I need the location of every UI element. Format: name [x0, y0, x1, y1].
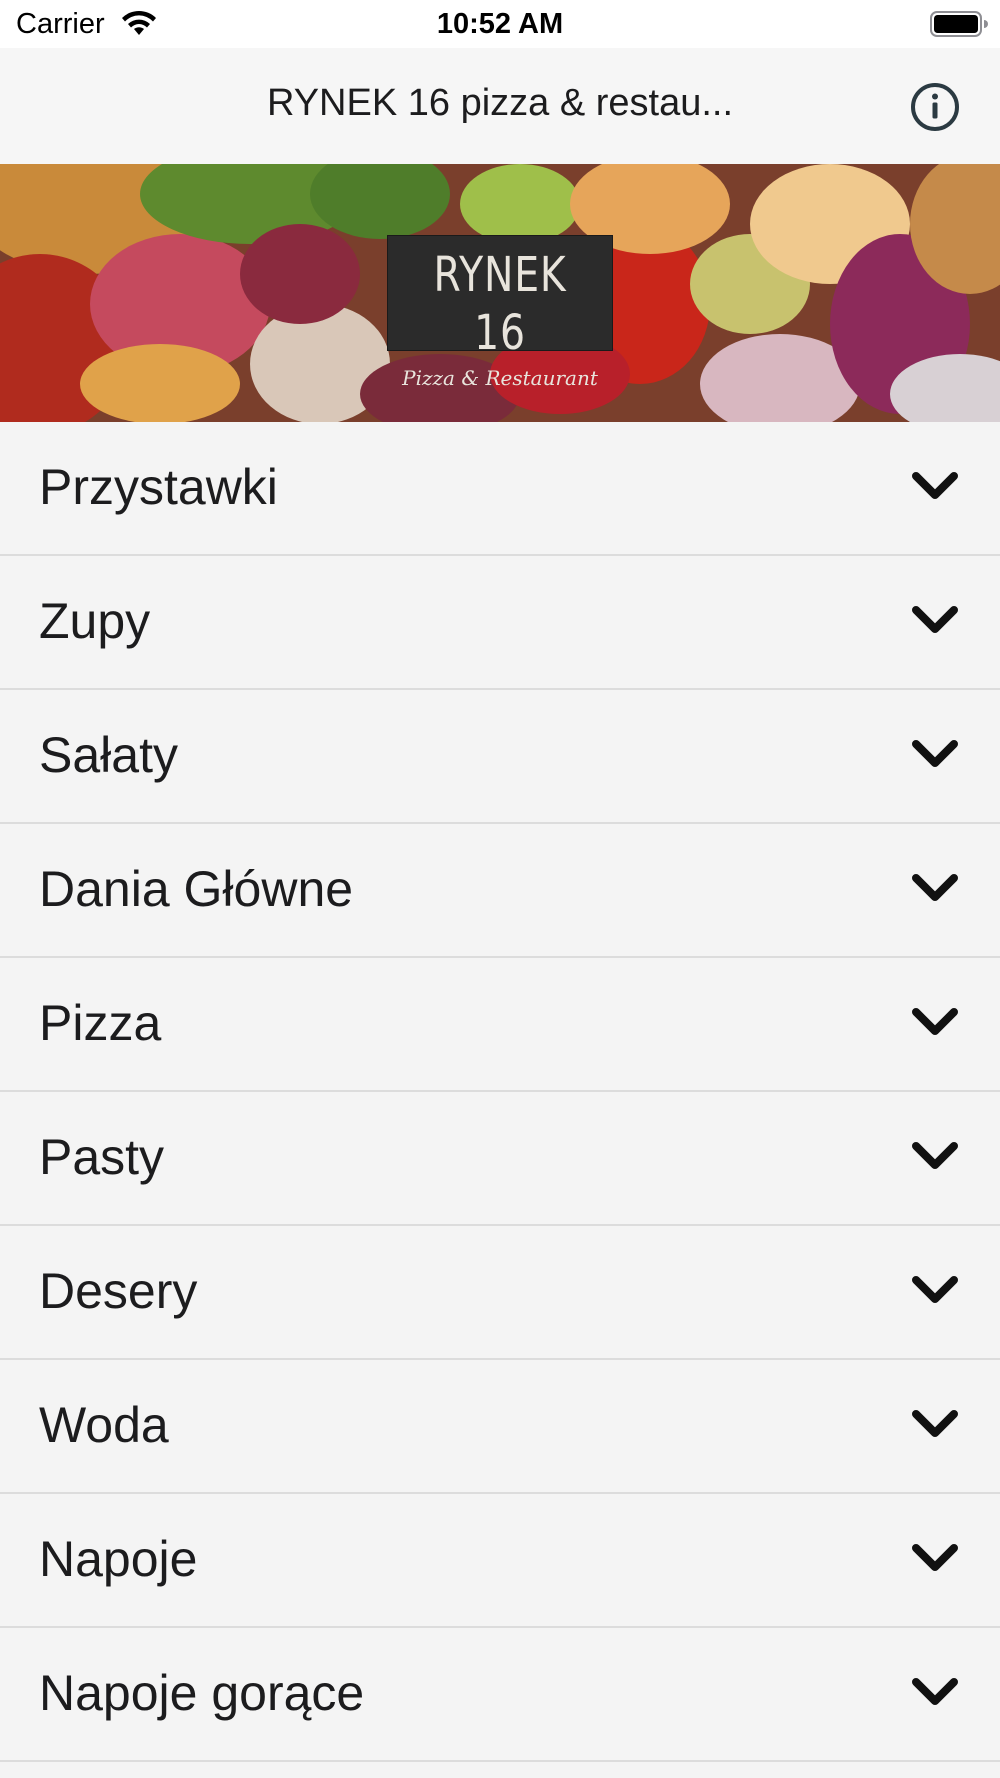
chevron-down-icon[interactable] — [910, 1406, 960, 1442]
chevron-down-icon[interactable] — [910, 1540, 960, 1576]
chevron-down-icon[interactable] — [910, 1004, 960, 1040]
chevron-down-icon[interactable] — [910, 1674, 960, 1710]
menu-category-row[interactable]: Napoje — [0, 1494, 1000, 1628]
chevron-down-icon[interactable] — [910, 1138, 960, 1174]
navigation-bar: RYNEK 16 pizza & restau... — [0, 48, 1000, 164]
menu-category-label: Pizza — [39, 995, 162, 1051]
menu-category-row[interactable]: Zupy — [0, 556, 1000, 690]
menu-category-label: Przystawki — [39, 459, 278, 515]
chevron-down-icon[interactable] — [910, 602, 960, 638]
logo-tagline: Pizza & Restaurant — [402, 366, 598, 390]
menu-category-row[interactable]: Desery — [0, 1226, 1000, 1360]
menu-category-list: Przystawki Zupy Sałaty Dania Główne Pizz… — [0, 422, 1000, 1762]
menu-category-label: Desery — [39, 1263, 198, 1319]
menu-category-row[interactable]: Pasty — [0, 1092, 1000, 1226]
chevron-down-icon[interactable] — [910, 870, 960, 906]
menu-category-label: Pasty — [39, 1129, 165, 1185]
chevron-down-icon[interactable] — [910, 736, 960, 772]
menu-category-row[interactable]: Sałaty — [0, 690, 1000, 824]
page-title: RYNEK 16 pizza & restau... — [266, 82, 734, 124]
menu-category-label: Sałaty — [39, 727, 178, 783]
menu-category-label: Woda — [39, 1397, 169, 1453]
app-screen: Carrier 10:52 AM RYNEK 16 pizza & restau… — [0, 0, 1000, 1778]
restaurant-banner: RYNEK 16 Pizza & Restaurant — [0, 164, 1000, 422]
menu-category-row[interactable]: Pizza — [0, 958, 1000, 1092]
menu-category-row[interactable]: Przystawki — [0, 422, 1000, 556]
chevron-down-icon[interactable] — [910, 468, 960, 504]
logo-name: RYNEK 16 — [433, 247, 567, 361]
menu-category-label: Napoje — [39, 1531, 198, 1587]
menu-category-row[interactable]: Dania Główne — [0, 824, 1000, 958]
info-icon[interactable] — [910, 82, 960, 132]
status-bar: Carrier 10:52 AM — [0, 0, 1000, 48]
menu-category-row[interactable]: Woda — [0, 1360, 1000, 1494]
battery-icon — [930, 11, 988, 37]
menu-category-label: Zupy — [39, 593, 151, 649]
menu-category-label: Dania Główne — [39, 861, 354, 917]
menu-category-row[interactable]: Napoje gorące — [0, 1628, 1000, 1762]
chevron-down-icon[interactable] — [910, 1272, 960, 1308]
restaurant-logo: RYNEK 16 Pizza & Restaurant — [387, 235, 613, 390]
menu-category-label: Napoje gorące — [39, 1665, 365, 1721]
status-time: 10:52 AM — [436, 8, 564, 40]
